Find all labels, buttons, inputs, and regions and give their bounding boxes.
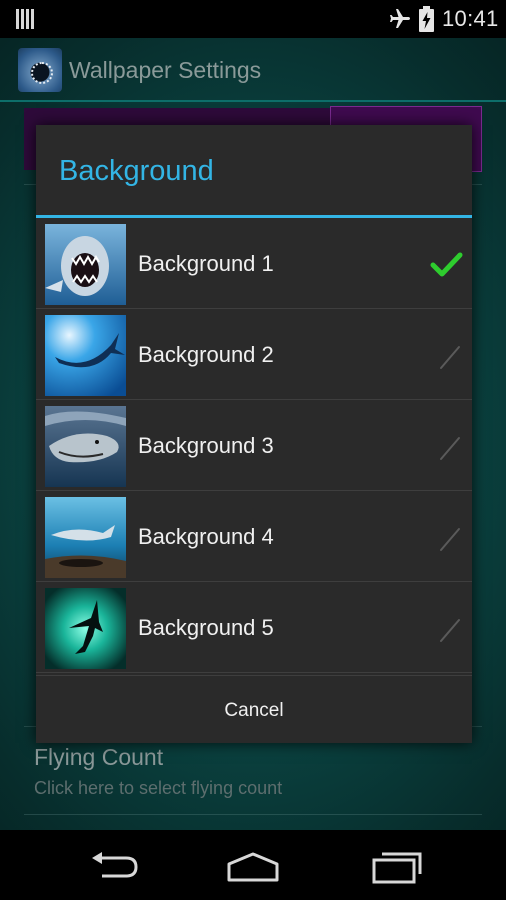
dialog-title: Background [59, 155, 214, 187]
cancel-button[interactable]: Cancel [36, 675, 472, 743]
airplane-icon [390, 9, 410, 28]
background-option-label: Background 1 [138, 251, 274, 276]
background-option-1[interactable]: Background 1 [36, 218, 472, 309]
signal-icon [16, 9, 34, 29]
checked-icon[interactable] [429, 248, 463, 282]
unchecked-icon[interactable] [429, 612, 463, 646]
shark-thumbnail [45, 497, 126, 578]
home-icon[interactable] [225, 850, 281, 884]
battery-charging-icon [419, 6, 434, 32]
shark-thumbnail [45, 224, 126, 305]
status-bar: 10:41 [0, 0, 506, 38]
cancel-label: Cancel [224, 700, 284, 721]
clock: 10:41 [442, 6, 499, 31]
shark-thumbnail [45, 315, 126, 396]
background-option-label: Background 4 [138, 524, 274, 549]
background-option-label: Background 3 [138, 433, 274, 458]
preference-divider [24, 814, 482, 815]
recents-icon[interactable] [368, 850, 424, 884]
background-option-4[interactable]: Background 4 [36, 491, 472, 582]
unchecked-icon[interactable] [429, 430, 463, 464]
background-option-3[interactable]: Background 3 [36, 400, 472, 491]
shark-thumbnail [45, 406, 126, 487]
background-option-label: Background 5 [138, 615, 274, 640]
flying-count-title: Flying Count [34, 744, 164, 770]
background-dialog: Background Background 1 Background 2 Bac… [36, 125, 472, 743]
shark-app-icon[interactable] [18, 48, 62, 92]
background-option-5[interactable]: Background 5 [36, 582, 472, 673]
unchecked-icon[interactable] [429, 521, 463, 555]
shark-thumbnail [45, 588, 126, 669]
unchecked-icon[interactable] [429, 339, 463, 373]
action-bar-divider [0, 100, 506, 102]
background-option-2[interactable]: Background 2 [36, 309, 472, 400]
background-option-label: Background 2 [138, 342, 274, 367]
flying-count-subtitle: Click here to select flying count [34, 778, 283, 798]
page-title: Wallpaper Settings [69, 57, 262, 83]
action-bar: Wallpaper Settings [0, 38, 506, 102]
back-icon[interactable] [86, 850, 142, 884]
navigation-bar [0, 830, 506, 900]
